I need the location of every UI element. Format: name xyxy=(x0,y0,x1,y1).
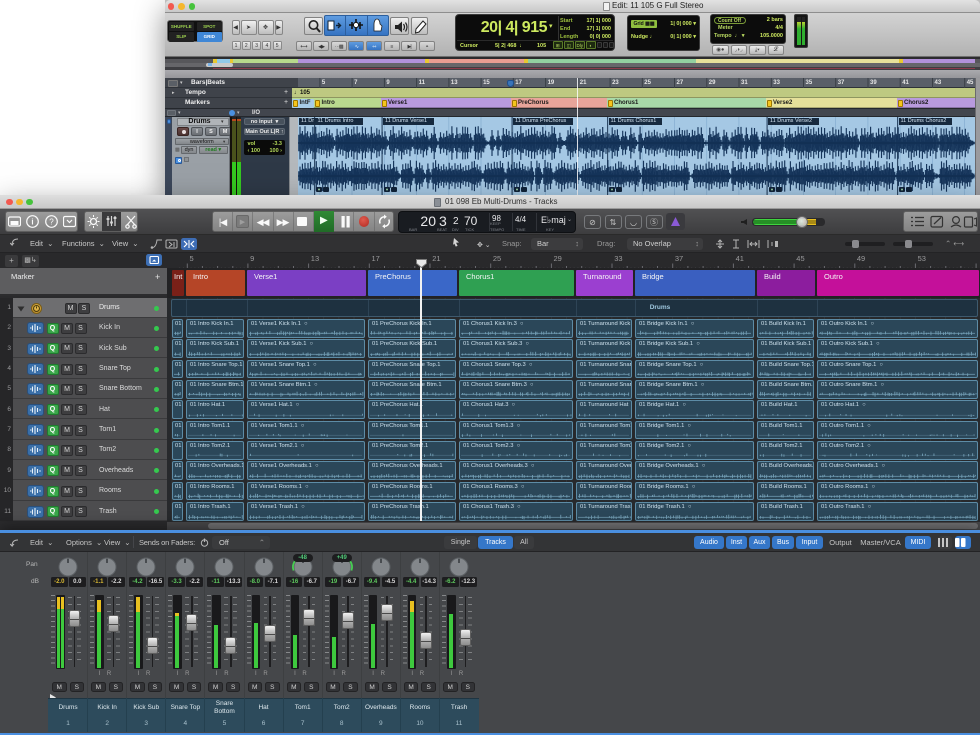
svg-text:i: i xyxy=(31,217,33,226)
svg-text:?: ? xyxy=(49,217,54,226)
